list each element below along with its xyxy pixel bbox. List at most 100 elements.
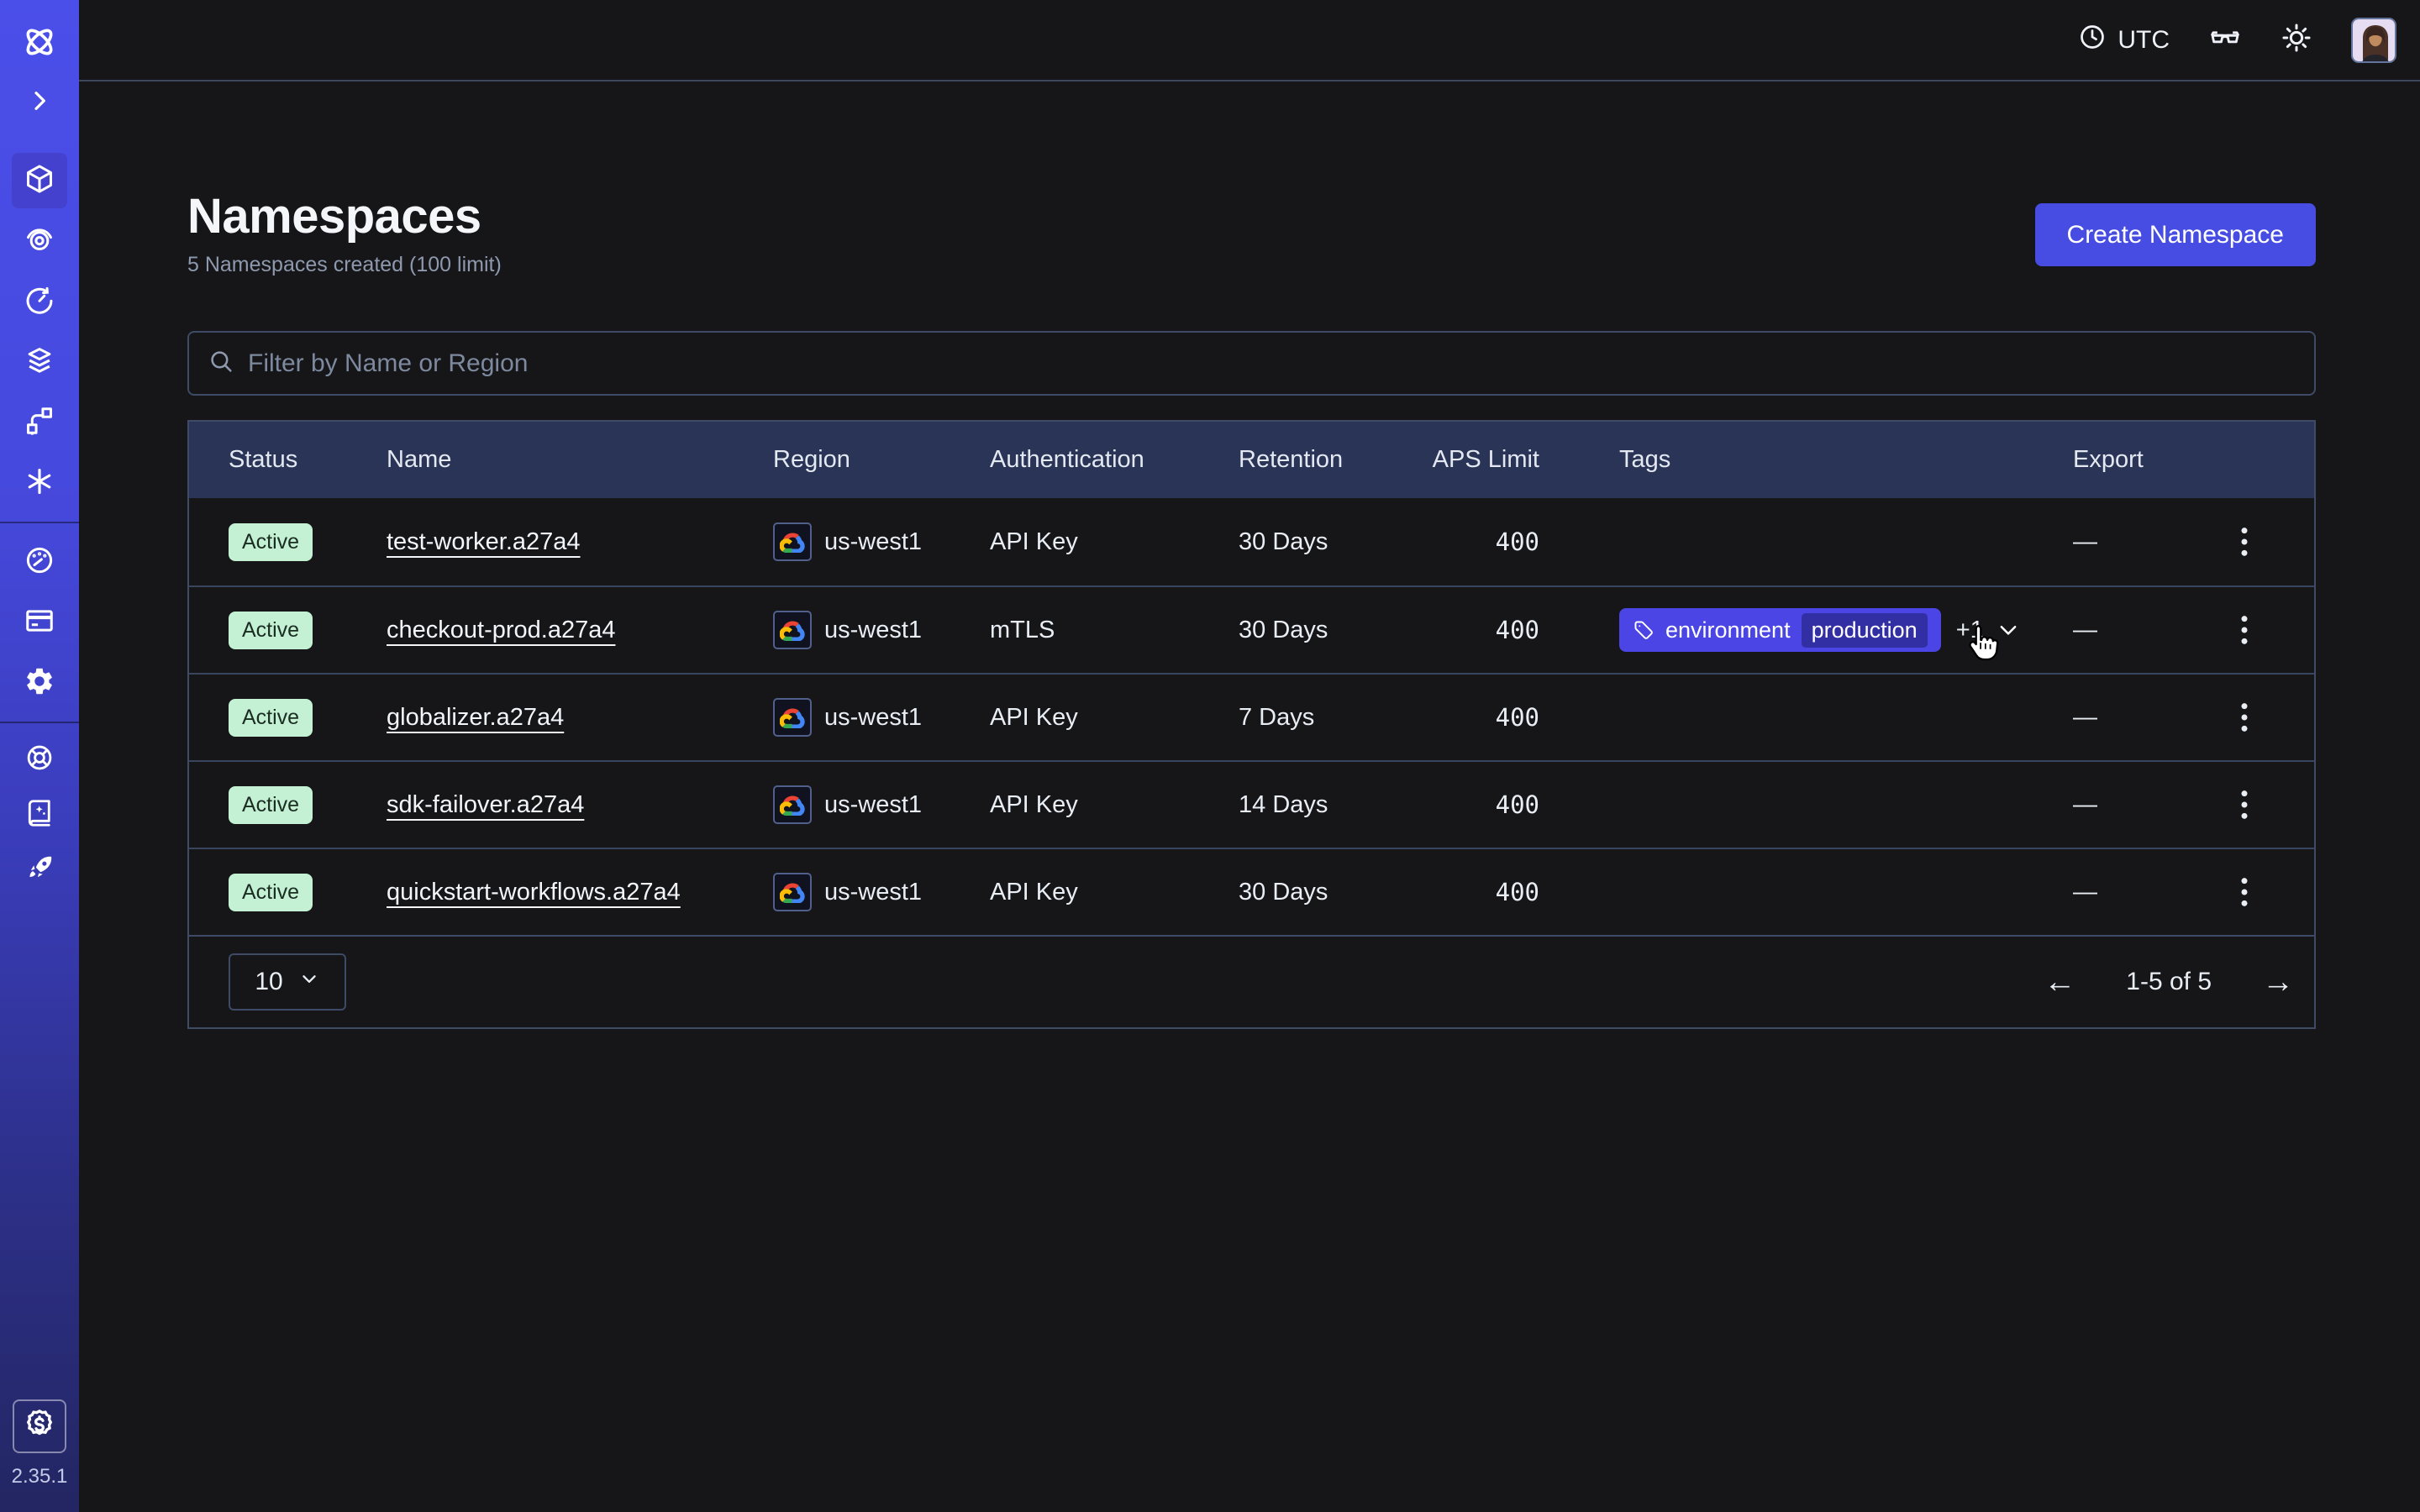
auth-cell: mTLS (990, 617, 1239, 644)
version-label: 2.35.1 (12, 1465, 68, 1488)
column-header-export: Export (2073, 446, 2294, 474)
sidebar-divider (0, 522, 79, 523)
export-value: — (2073, 791, 2097, 819)
rocket-icon (24, 853, 55, 888)
namespace-link[interactable]: globalizer.a27a4 (387, 704, 564, 731)
sidebar-item-nexus[interactable] (0, 453, 79, 513)
clock-icon (2078, 23, 2107, 58)
sidebar-item-deployments[interactable] (0, 332, 79, 392)
glasses-icon (2208, 21, 2242, 59)
sidebar-item-schedules[interactable] (0, 271, 79, 332)
timezone-selector[interactable]: UTC (2078, 23, 2170, 58)
table-header: Status Name Region Authentication Retent… (189, 422, 2314, 498)
column-header-authentication: Authentication (990, 446, 1239, 474)
sidebar-expand-button[interactable] (0, 72, 79, 133)
status-cell: Active (229, 786, 387, 824)
page-range-label: 1-5 of 5 (2126, 968, 2212, 996)
status-badge: Active (229, 874, 313, 911)
topbar: UTC (79, 0, 2420, 81)
row-menu-button[interactable] (2238, 701, 2250, 734)
retention-cell: 7 Days (1239, 704, 1430, 732)
tags-expand-chevron[interactable] (1996, 617, 2021, 643)
export-value: — (2073, 704, 2097, 732)
status-badge: Active (229, 523, 313, 561)
tag-key: environment (1665, 617, 1791, 643)
column-header-region: Region (773, 446, 990, 474)
export-value: — (2073, 879, 2097, 906)
namespace-link[interactable]: sdk-failover.a27a4 (387, 791, 584, 818)
namespace-link[interactable]: checkout-prod.a27a4 (387, 617, 615, 643)
retention-cell: 30 Days (1239, 879, 1430, 906)
theme-toggle-button[interactable] (2281, 22, 2312, 58)
column-header-name: Name (387, 446, 773, 474)
timezone-label: UTC (2118, 26, 2170, 55)
layers-icon (24, 344, 55, 381)
table-row: Active sdk-failover.a27a4 us-west1 API K… (189, 760, 2314, 848)
search-icon (208, 348, 234, 379)
tag-pill[interactable]: environment production (1619, 608, 1941, 652)
column-header-status: Status (229, 446, 387, 474)
previous-page-button[interactable]: ← (2044, 966, 2075, 998)
asterisk-icon (24, 465, 55, 501)
timer-icon (24, 284, 55, 320)
export-cell: — (2073, 613, 2294, 647)
table-row: Active checkout-prod.a27a4 us-west1 mTLS… (189, 585, 2314, 673)
cube-icon (24, 163, 55, 199)
user-avatar[interactable] (2351, 18, 2396, 63)
region-label: us-west1 (824, 528, 922, 556)
region-cell: us-west1 (773, 698, 990, 737)
export-value: — (2073, 528, 2097, 556)
row-menu-button[interactable] (2238, 525, 2250, 559)
reader-mode-button[interactable] (2208, 21, 2242, 59)
aps-limit-cell: 400 (1430, 790, 1619, 819)
filter-bar (187, 331, 2316, 396)
namespace-link[interactable]: test-worker.a27a4 (387, 528, 581, 555)
sidebar-item-docs[interactable] (0, 787, 79, 843)
create-namespace-button[interactable]: Create Namespace (2035, 203, 2316, 266)
auth-cell: API Key (990, 879, 1239, 906)
sidebar-item-workflows[interactable] (0, 392, 79, 453)
filter-input[interactable] (248, 349, 2296, 378)
export-cell: — (2073, 701, 2294, 734)
export-value: — (2073, 617, 2097, 644)
aps-limit-cell: 400 (1430, 703, 1619, 732)
row-menu-button[interactable] (2238, 875, 2250, 909)
sidebar-item-support[interactable] (0, 732, 79, 787)
status-cell: Active (229, 699, 387, 737)
table-row: Active globalizer.a27a4 us-west1 API Key… (189, 673, 2314, 760)
namespace-link[interactable]: quickstart-workflows.a27a4 (387, 879, 681, 906)
sidebar-item-getting-started[interactable] (0, 843, 79, 898)
namespace-count-subtitle: 5 Namespaces created (100 limit) (187, 253, 502, 277)
status-cell: Active (229, 523, 387, 561)
status-cell: Active (229, 874, 387, 911)
page-size-select[interactable]: 10 (229, 953, 346, 1011)
table-row: Active test-worker.a27a4 us-west1 API Ke… (189, 498, 2314, 585)
region-cell: us-west1 (773, 785, 990, 824)
sidebar-item-usage[interactable] (0, 532, 79, 592)
retention-cell: 30 Days (1239, 528, 1430, 556)
gear-icon (24, 665, 55, 701)
tag-icon (1633, 619, 1655, 641)
temporal-logo[interactable] (0, 12, 79, 72)
sidebar-item-settings[interactable] (0, 653, 79, 713)
credit-card-icon (24, 605, 55, 641)
gcp-cloud-icon (773, 873, 812, 911)
region-label: us-west1 (824, 617, 922, 644)
page-title: Namespaces (187, 192, 502, 241)
sidebar-item-namespaces[interactable] (0, 150, 79, 211)
region-label: us-west1 (824, 704, 922, 732)
tags-cell: environment production +1 (1619, 608, 2073, 652)
namespaces-table: Status Name Region Authentication Retent… (187, 420, 2316, 1029)
chevron-down-icon (298, 968, 320, 996)
next-page-button[interactable]: → (2262, 966, 2294, 998)
row-menu-button[interactable] (2238, 613, 2250, 647)
chevron-right-icon (26, 87, 53, 118)
sidebar-item-orbit[interactable] (0, 211, 79, 271)
row-menu-button[interactable] (2238, 788, 2250, 822)
tag-more-count: +1 (1956, 617, 1984, 644)
export-cell: — (2073, 875, 2294, 909)
table-row: Active quickstart-workflows.a27a4 us-wes… (189, 848, 2314, 935)
credits-button[interactable] (13, 1399, 66, 1453)
sidebar-item-billing[interactable] (0, 592, 79, 653)
status-cell: Active (229, 612, 387, 649)
